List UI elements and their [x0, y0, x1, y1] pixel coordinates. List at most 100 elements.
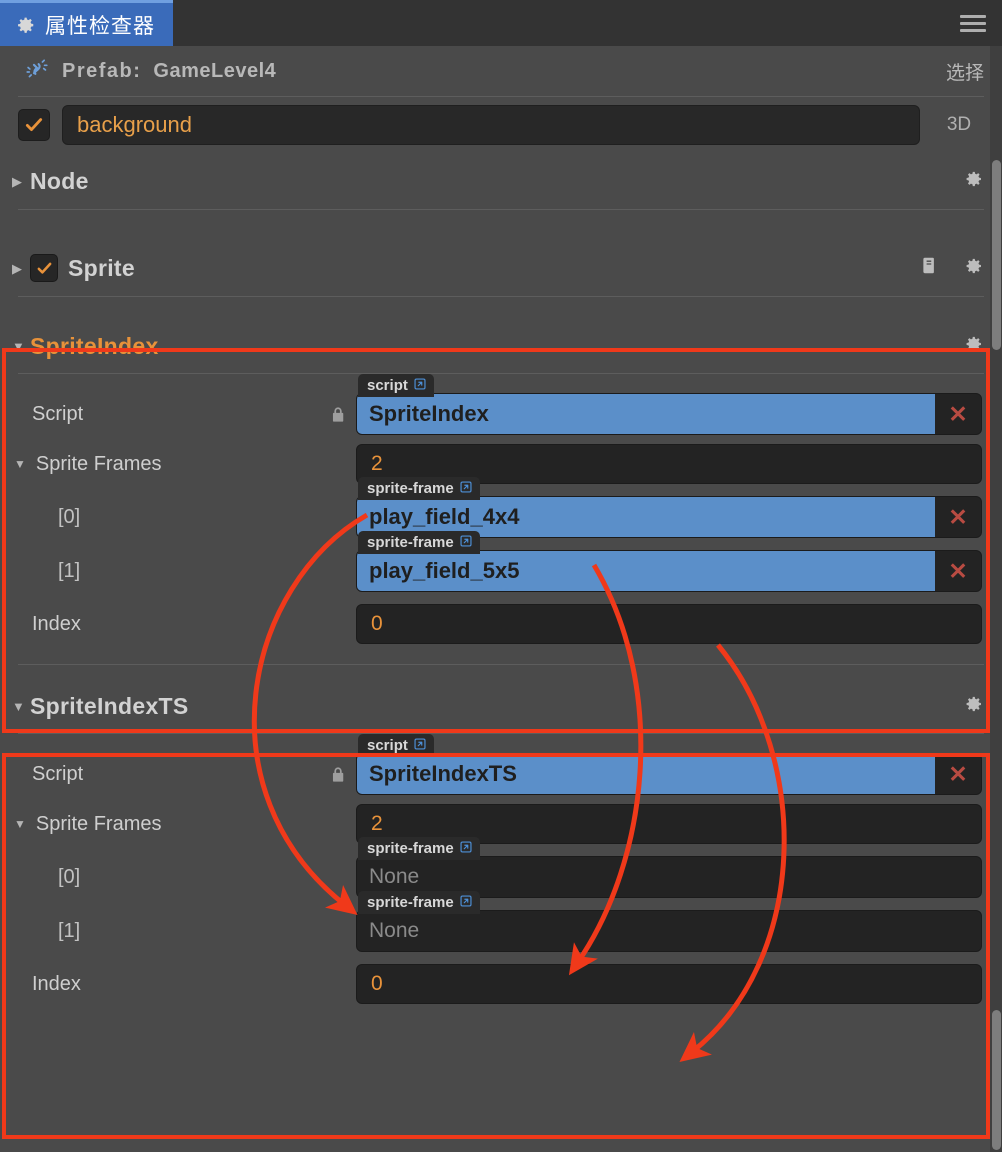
property-row-script-ts: Script script SpriteIndexTS ✕ [0, 734, 1002, 798]
gear-icon[interactable] [962, 168, 984, 195]
property-row-frame-ts-0: [0] sprite-frame None [0, 837, 1002, 904]
external-link-icon[interactable] [459, 534, 473, 552]
sprite-enabled-checkbox[interactable] [30, 254, 58, 282]
clear-asset-button[interactable]: ✕ [935, 394, 981, 434]
frame-field-wrap: sprite-frame play_field_5x5 ✕ [356, 531, 982, 592]
property-row-frame-ts-1: [1] sprite-frame None [0, 891, 1002, 958]
external-link-icon[interactable] [459, 894, 473, 912]
asset-value[interactable]: SpriteIndexTS [357, 754, 935, 794]
gear-icon[interactable] [962, 333, 984, 360]
node-name-row: background 3D [0, 97, 1002, 153]
node-name-input[interactable]: background [62, 105, 920, 145]
type-tag-sprite-frame[interactable]: sprite-frame [358, 837, 480, 860]
lock-icon [320, 765, 356, 784]
gear-icon[interactable] [962, 693, 984, 720]
component-header-node[interactable]: ▶ Node [0, 153, 1002, 209]
component-header-spriteindexts[interactable]: ▼ SpriteIndexTS [0, 679, 1002, 733]
component-header-spriteindex[interactable]: ▼ SpriteIndex [0, 319, 1002, 373]
property-label: Script [32, 402, 84, 425]
asset-value[interactable]: SpriteIndex [357, 394, 935, 434]
index-input[interactable]: 0 [356, 604, 982, 644]
property-label: Index [32, 612, 81, 635]
index-field-wrap: 0 [356, 604, 982, 644]
node-enabled-checkbox[interactable] [18, 109, 50, 141]
external-link-icon[interactable] [413, 737, 427, 755]
check-icon [25, 118, 43, 131]
property-label: Script [32, 762, 84, 785]
chevron-down-icon[interactable]: ▼ [14, 817, 26, 831]
hamburger-menu-icon[interactable] [960, 14, 986, 32]
array-item-label: [0] [58, 865, 81, 888]
frame-field-wrap: sprite-frame None [356, 891, 982, 952]
property-label: Index [32, 972, 81, 995]
prefab-select-button[interactable]: 选择 [946, 58, 984, 85]
script-asset-field[interactable]: SpriteIndex ✕ [356, 393, 982, 435]
tab-bar: 属性检查器 [0, 0, 1002, 47]
external-link-icon[interactable] [413, 377, 427, 395]
lock-icon [320, 405, 356, 424]
property-label: Sprite Frames [35, 812, 162, 835]
array-item-label: [1] [58, 559, 81, 582]
asset-value-empty[interactable]: None [357, 911, 981, 951]
clear-asset-button[interactable]: ✕ [935, 497, 981, 537]
chevron-down-icon[interactable]: ▼ [14, 457, 26, 471]
property-row-index: Index 0 [0, 598, 1002, 650]
script-field-wrap: script SpriteIndexTS ✕ [356, 734, 982, 795]
gear-icon[interactable] [962, 255, 984, 282]
inspector-panel: Prefab: GameLevel4 选择 background 3D ▶ No… [0, 46, 1002, 1152]
index-input[interactable]: 0 [356, 964, 982, 1004]
hamburger-line [960, 14, 986, 18]
property-label-wrap: ▼ Sprite Frames [0, 813, 320, 836]
type-tag-label: script [367, 737, 408, 754]
type-tag-sprite-frame[interactable]: sprite-frame [358, 477, 480, 500]
tab-inspector[interactable]: 属性检查器 [0, 0, 173, 46]
help-book-icon[interactable] [919, 255, 940, 281]
chevron-down-icon[interactable]: ▼ [12, 340, 30, 353]
script-asset-field[interactable]: SpriteIndexTS ✕ [356, 753, 982, 795]
type-tag-label: script [367, 377, 408, 394]
asset-value[interactable]: play_field_5x5 [357, 551, 935, 591]
chevron-down-icon[interactable]: ▼ [12, 700, 30, 713]
type-tag-label: sprite-frame [367, 480, 454, 497]
chevron-right-icon[interactable]: ▶ [12, 175, 30, 188]
gear-icon [14, 14, 36, 36]
external-link-icon[interactable] [459, 840, 473, 858]
check-icon [37, 262, 51, 274]
tab-label: 属性检查器 [45, 14, 155, 38]
component-header-sprite[interactable]: ▶ Sprite [0, 240, 1002, 296]
clear-asset-button[interactable]: ✕ [935, 551, 981, 591]
array-item-label: [1] [58, 919, 81, 942]
property-row-script: Script script SpriteIndex ✕ [0, 374, 1002, 438]
type-tag-script[interactable]: script [358, 734, 434, 757]
type-tag-label: sprite-frame [367, 894, 454, 911]
type-tag-sprite-frame[interactable]: sprite-frame [358, 531, 480, 554]
component-title: SpriteIndexTS [30, 692, 189, 719]
frame-asset-field[interactable]: None [356, 910, 982, 952]
node-3d-toggle[interactable]: 3D [932, 114, 986, 136]
chevron-right-icon[interactable]: ▶ [12, 262, 30, 275]
scrollbar-thumb-lower[interactable] [992, 1010, 1001, 1150]
prefab-unlink-icon[interactable] [24, 56, 62, 87]
property-row-index-ts: Index 0 [0, 958, 1002, 1010]
property-row-sprite-frames-ts: ▼ Sprite Frames 2 [0, 798, 1002, 850]
prefab-name: GameLevel4 [153, 59, 277, 82]
index-field-wrap: 0 [356, 964, 982, 1004]
prefab-bar: Prefab: GameLevel4 选择 [0, 46, 1002, 96]
component-title: SpriteIndex [30, 332, 159, 359]
frame-asset-field[interactable]: play_field_5x5 ✕ [356, 550, 982, 592]
type-tag-label: sprite-frame [367, 840, 454, 857]
scrollbar-thumb[interactable] [992, 160, 1001, 350]
component-title: Node [30, 167, 89, 194]
property-row-frame-0: [0] sprite-frame play_field_4x4 ✕ [0, 477, 1002, 544]
clear-asset-button[interactable]: ✕ [935, 754, 981, 794]
external-link-icon[interactable] [459, 480, 473, 498]
type-tag-sprite-frame[interactable]: sprite-frame [358, 891, 480, 914]
property-label: Sprite Frames [35, 452, 162, 475]
type-tag-script[interactable]: script [358, 374, 434, 397]
